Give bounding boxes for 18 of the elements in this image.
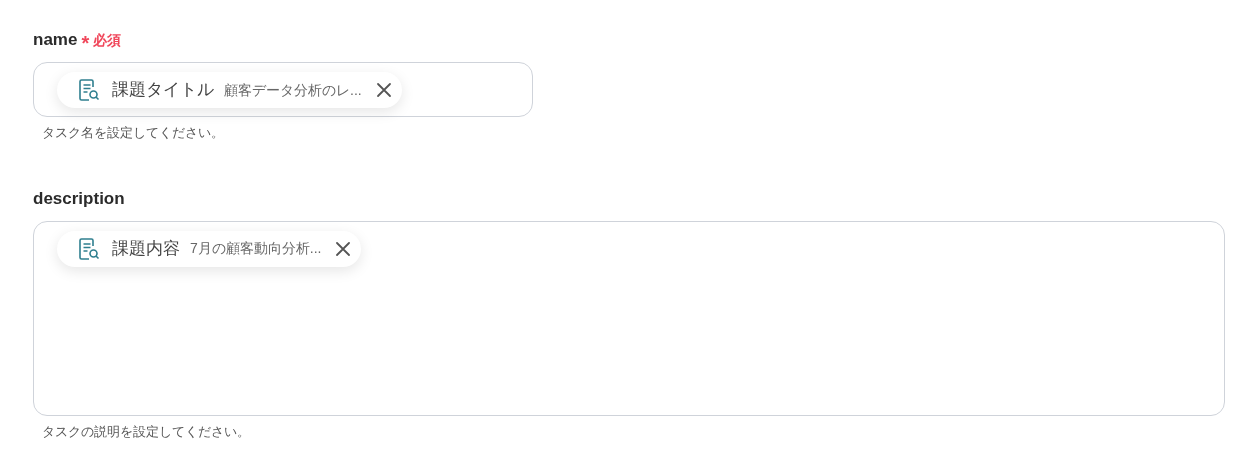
variable-chip[interactable]: 課題タイトル 顧客データ分析のレ...	[57, 72, 402, 108]
chip-value: 顧客データ分析のレ...	[224, 80, 362, 100]
chip-title: 課題内容	[112, 237, 180, 260]
input-field[interactable]: 課題内容 7月の顧客動向分析...	[33, 220, 1225, 416]
chip-title: 課題タイトル	[112, 79, 214, 102]
field-label: name	[33, 29, 78, 52]
help-text: タスクの説明を設定してください。	[42, 422, 251, 441]
close-icon[interactable]	[335, 240, 352, 257]
required-label: 必須	[93, 30, 122, 50]
required-mark: *	[81, 33, 90, 53]
input-field[interactable]: 課題タイトル 顧客データ分析のレ...	[33, 62, 533, 117]
close-icon[interactable]	[375, 82, 392, 98]
help-text: タスク名を設定してください。	[42, 124, 225, 142]
document-search-icon	[78, 78, 100, 102]
chip-value: 7月の顧客動向分析...	[190, 239, 322, 258]
document-search-icon	[78, 236, 100, 261]
field-label: description	[33, 187, 125, 210]
variable-chip[interactable]: 課題内容 7月の顧客動向分析...	[57, 230, 362, 267]
